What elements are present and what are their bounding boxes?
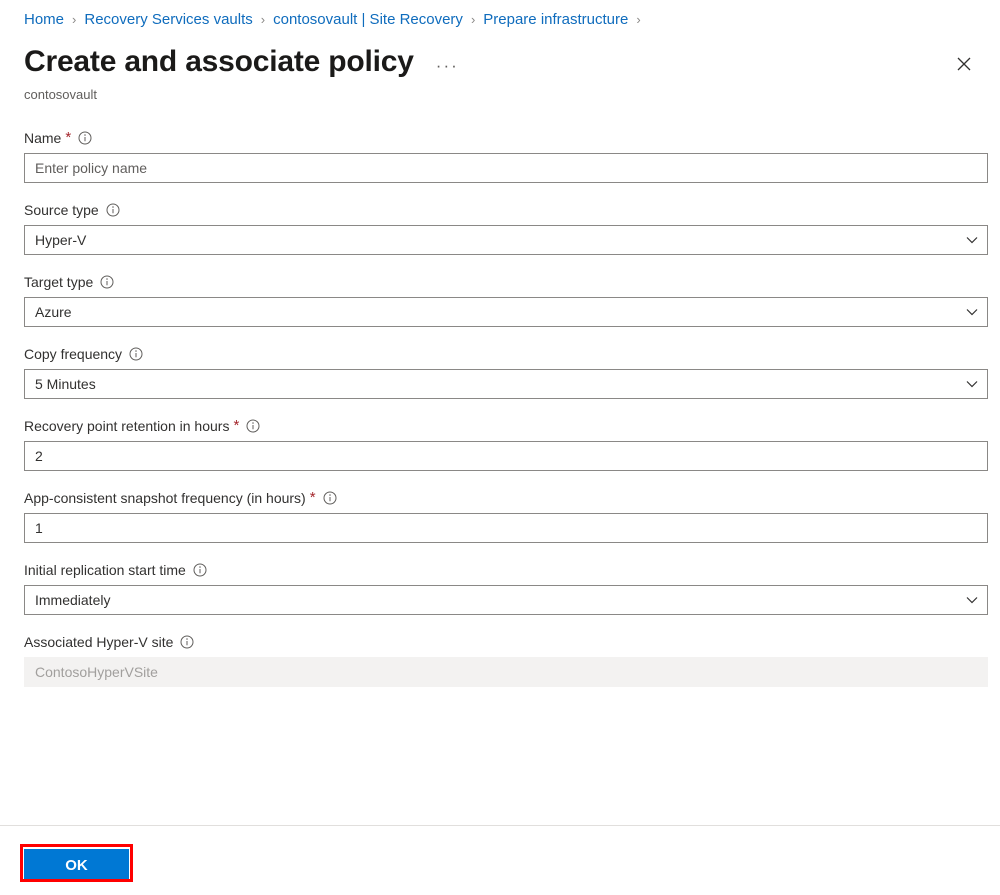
breadcrumb-separator: › <box>260 11 266 27</box>
field-copy-frequency: Copy frequency 5 Minutes <box>24 344 988 399</box>
initial-replication-start-time-value: Immediately <box>35 592 111 608</box>
info-icon[interactable] <box>78 131 92 145</box>
target-type-dropdown[interactable]: Azure <box>24 297 988 327</box>
page-title: Create and associate policy <box>24 45 414 78</box>
info-icon[interactable] <box>129 347 143 361</box>
field-target-type: Target type Azure <box>24 272 988 327</box>
field-label-app-consistent-snapshot-frequency: App-consistent snapshot frequency (in ho… <box>24 488 988 508</box>
info-icon[interactable] <box>193 563 207 577</box>
required-asterisk: * <box>233 417 240 434</box>
associated-hyper-v-site-field: ContosoHyperVSite <box>24 657 988 687</box>
source-type-value: Hyper-V <box>35 232 87 248</box>
policy-form: Name * Source type <box>24 128 988 704</box>
info-icon[interactable] <box>323 491 337 505</box>
info-icon[interactable] <box>106 203 120 217</box>
blade-subtitle: contosovault <box>24 87 97 102</box>
footer-divider <box>0 825 1000 826</box>
field-label-name: Name * <box>24 128 988 148</box>
initial-replication-start-time-dropdown[interactable]: Immediately <box>24 585 988 615</box>
breadcrumb-item-contosovault-site-recovery[interactable]: contosovault | Site Recovery <box>273 11 463 28</box>
label-text: Target type <box>24 274 94 290</box>
field-name: Name * <box>24 128 988 183</box>
label-text: Source type <box>24 202 99 218</box>
breadcrumb-item-home[interactable]: Home <box>24 11 64 28</box>
field-label-recovery-point-retention: Recovery point retention in hours * <box>24 416 988 436</box>
breadcrumb-separator: › <box>636 11 641 27</box>
field-source-type: Source type Hyper-V <box>24 200 988 255</box>
field-label-initial-replication-start-time: Initial replication start time <box>24 560 988 580</box>
info-icon[interactable] <box>246 419 260 433</box>
app-consistent-snapshot-frequency-input-wrapper[interactable] <box>24 513 988 543</box>
app-consistent-snapshot-frequency-input[interactable] <box>25 514 987 542</box>
breadcrumb-item-recovery-services-vaults[interactable]: Recovery Services vaults <box>84 11 252 28</box>
name-input-wrapper[interactable] <box>24 153 988 183</box>
copy-frequency-value: 5 Minutes <box>35 376 96 392</box>
name-input[interactable] <box>25 154 987 182</box>
required-asterisk: * <box>309 489 316 506</box>
ok-button[interactable]: OK <box>24 849 129 881</box>
recovery-point-retention-input-wrapper[interactable] <box>24 441 988 471</box>
recovery-point-retention-input[interactable] <box>25 442 987 470</box>
create-and-associate-policy-blade: Home › Recovery Services vaults › contos… <box>0 0 1000 895</box>
source-type-dropdown[interactable]: Hyper-V <box>24 225 988 255</box>
breadcrumb-separator: › <box>72 11 77 27</box>
field-initial-replication-start-time: Initial replication start time Immediate… <box>24 560 988 615</box>
label-text: Initial replication start time <box>24 562 186 578</box>
close-icon[interactable] <box>948 48 980 80</box>
copy-frequency-dropdown[interactable]: 5 Minutes <box>24 369 988 399</box>
field-label-associated-hyper-v-site: Associated Hyper-V site <box>24 632 988 652</box>
required-asterisk: * <box>65 129 72 146</box>
label-text: Copy frequency <box>24 346 123 362</box>
label-text: Recovery point retention in hours <box>24 418 230 434</box>
field-recovery-point-retention: Recovery point retention in hours * <box>24 416 988 471</box>
blade-title-row: Create and associate policy ··· <box>24 42 976 82</box>
field-label-target-type: Target type <box>24 272 988 292</box>
label-text: Associated Hyper-V site <box>24 634 174 650</box>
footer-actions: OK <box>20 844 133 882</box>
info-icon[interactable] <box>100 275 114 289</box>
field-label-source-type: Source type <box>24 200 988 220</box>
breadcrumb-separator: › <box>470 11 476 27</box>
breadcrumb-item-prepare-infrastructure[interactable]: Prepare infrastructure <box>483 11 628 28</box>
field-associated-hyper-v-site: Associated Hyper-V site ContosoHyperVSit… <box>24 632 988 687</box>
target-type-value: Azure <box>35 304 72 320</box>
label-text: App-consistent snapshot frequency (in ho… <box>24 490 306 506</box>
ellipsis-icon[interactable]: ··· <box>436 57 459 74</box>
field-app-consistent-snapshot-frequency: App-consistent snapshot frequency (in ho… <box>24 488 988 543</box>
field-label-copy-frequency: Copy frequency <box>24 344 988 364</box>
label-text: Name <box>24 130 62 146</box>
breadcrumb: Home › Recovery Services vaults › contos… <box>24 8 976 30</box>
info-icon[interactable] <box>180 635 194 649</box>
associated-hyper-v-site-value: ContosoHyperVSite <box>35 664 158 680</box>
